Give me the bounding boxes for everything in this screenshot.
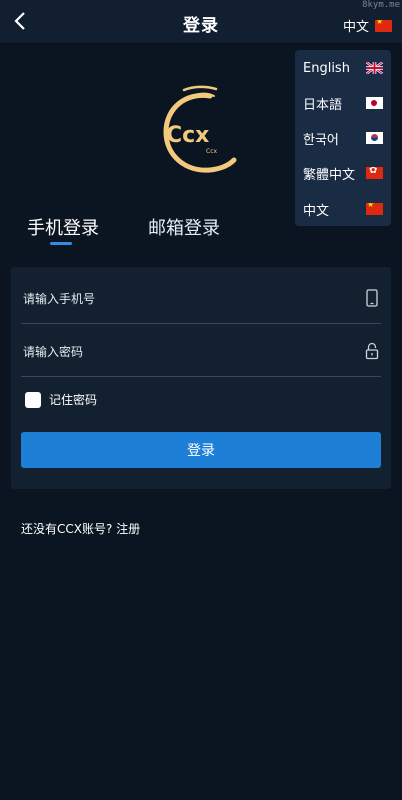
remember-password-label: 记住密码 [49, 393, 98, 407]
language-option-label: 日本語 [303, 97, 343, 113]
flag-jp-icon [366, 97, 383, 109]
language-option-korean[interactable]: 한국어 [295, 123, 391, 153]
language-option-traditional-chinese[interactable]: 繁體中文 [295, 158, 391, 188]
language-option-label: 繁體中文 [303, 167, 356, 183]
phone-input[interactable] [21, 287, 355, 311]
register-prompt-text: 还没有CCX账号? [21, 522, 113, 536]
flag-cn-icon [366, 203, 383, 215]
language-option-chinese[interactable]: 中文 [295, 194, 391, 224]
logo-wordmark: Ccx [166, 123, 209, 148]
login-form-card: 记住密码 登录 [11, 267, 391, 489]
login-button[interactable]: 登录 [21, 432, 381, 468]
flag-hk-icon [366, 167, 383, 179]
password-input[interactable] [21, 340, 355, 364]
remember-password: 记住密码 [25, 391, 97, 408]
language-option-label: English [303, 60, 350, 76]
logo-subtext: Ccx [206, 148, 217, 155]
password-field [21, 325, 381, 377]
language-selector[interactable]: 中文 [343, 16, 392, 35]
flag-kr-icon [366, 132, 383, 144]
current-language-label: 中文 [342, 20, 369, 35]
remember-password-checkbox[interactable] [25, 391, 41, 408]
phone-field [21, 272, 381, 324]
ccx-logo: Ccx Ccx [163, 85, 237, 173]
language-option-label: 한국어 [303, 132, 339, 148]
flag-uk-icon [366, 62, 383, 74]
mobile-phone-icon [366, 289, 378, 307]
header-bar: 登录 中文 [0, 0, 402, 44]
tab-phone-login[interactable]: 手机登录 [27, 214, 99, 240]
active-tab-indicator [50, 242, 72, 245]
language-dropdown: English 日本語 한국어 繁體中文 中文 [295, 50, 391, 226]
register-link[interactable]: 注册 [116, 522, 140, 536]
language-option-english[interactable]: English [295, 53, 391, 83]
flag-cn-icon [375, 19, 392, 32]
language-option-label: 中文 [303, 203, 330, 219]
page-title: 登录 [183, 16, 219, 36]
lock-icon [365, 342, 379, 360]
register-prompt: 还没有CCX账号? 注册 [21, 520, 140, 537]
tab-email-login[interactable]: 邮箱登录 [148, 214, 220, 240]
watermark: 8kym.me [362, 0, 400, 10]
language-option-japanese[interactable]: 日本語 [295, 88, 391, 118]
